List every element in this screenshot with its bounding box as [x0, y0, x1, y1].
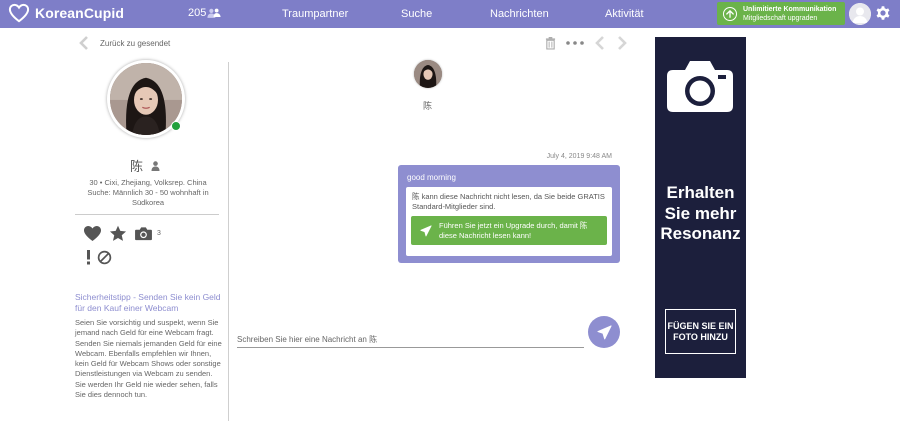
- profile-details: 30 • Cixi, Zhejiang, Volksrep. China Suc…: [78, 178, 218, 208]
- profile-location: 30 • Cixi, Zhejiang, Volksrep. China: [89, 178, 207, 187]
- trash-icon[interactable]: [545, 36, 556, 50]
- contact-avatar[interactable]: [414, 60, 442, 88]
- camera-icon[interactable]: [134, 226, 153, 241]
- avatar[interactable]: [849, 3, 871, 25]
- star-icon[interactable]: [109, 225, 127, 242]
- more-dots-icon[interactable]: [566, 41, 584, 45]
- profile-seeking: Suche: Männlich 30 - 50 wohnhaft in Südk…: [87, 188, 209, 207]
- arrow-up-circle-icon: [723, 6, 737, 21]
- nav-link-suche[interactable]: Suche: [401, 8, 432, 20]
- divider: [75, 214, 219, 215]
- photo-count: 3: [157, 230, 161, 237]
- message-bubble: good morning 陈 kann diese Nachricht nich…: [398, 165, 620, 263]
- nav-link-traumpartner[interactable]: Traumpartner: [282, 8, 348, 20]
- unread-notice: 陈 kann diese Nachricht nicht lesen, da S…: [406, 187, 612, 256]
- ad-headline: Erhalten Sie mehr Resonanz: [660, 183, 741, 243]
- chevron-left-icon[interactable]: [594, 35, 606, 51]
- chevron-right-icon[interactable]: [616, 35, 628, 51]
- camera-icon: [667, 61, 733, 112]
- profile-actions: 3: [83, 225, 161, 242]
- send-button[interactable]: [588, 316, 620, 348]
- upgrade-line2: Mitgliedschaft upgraden: [743, 14, 818, 22]
- matches-people-icon: [207, 8, 221, 18]
- message-toolbar: [545, 35, 638, 51]
- message-input[interactable]: [237, 326, 584, 348]
- heart-icon[interactable]: [83, 225, 102, 242]
- safety-tip-body: Seien Sie vorsichtig und suspekt, wenn S…: [75, 318, 222, 400]
- chevron-left-icon: [79, 36, 88, 50]
- send-icon: [420, 224, 432, 236]
- send-icon: [596, 324, 612, 339]
- logo[interactable]: KoreanCupid: [8, 3, 124, 23]
- profile-name-row: 陈: [130, 156, 160, 175]
- matches-count: 205: [188, 7, 207, 19]
- contact-name: 陈: [423, 101, 433, 111]
- online-status-dot: [171, 121, 181, 131]
- block-icon[interactable]: [97, 250, 112, 265]
- report-icon[interactable]: [86, 249, 91, 265]
- back-label: Zurück zu gesendet: [100, 38, 171, 48]
- profile-actions-secondary: [86, 249, 118, 265]
- logo-text: KoreanCupid: [35, 5, 124, 21]
- upgrade-cta-text: Führen Sie jetzt ein Upgrade durch, dami…: [439, 221, 588, 240]
- column-divider: [228, 62, 229, 421]
- message-text: good morning: [407, 173, 456, 182]
- nav-link-nachrichten[interactable]: Nachrichten: [490, 8, 549, 20]
- safety-tip-title[interactable]: Sicherheitstipp - Senden Sie kein Geld f…: [75, 292, 223, 314]
- gear-icon[interactable]: [874, 4, 892, 22]
- nav-link-aktivitaet[interactable]: Aktivität: [605, 8, 644, 20]
- notice-text: 陈 kann diese Nachricht nicht lesen, da S…: [412, 192, 605, 211]
- user-icon[interactable]: [151, 160, 160, 171]
- message-timestamp: July 4, 2019 9:48 AM: [546, 153, 612, 160]
- upgrade-line1: Unlimitierte Kommunikation: [743, 5, 837, 13]
- upgrade-membership-button[interactable]: Unlimitierte Kommunikation Mitgliedschaf…: [717, 2, 845, 25]
- nav-matches-count[interactable]: 205: [188, 7, 221, 19]
- top-navigation-bar: KoreanCupid 205 Traumpartner Suche Nachr…: [0, 0, 900, 28]
- ad-banner[interactable]: Erhalten Sie mehr Resonanz FÜGEN SIE EIN…: [655, 37, 746, 378]
- add-photo-button[interactable]: FÜGEN SIE EIN FOTO HINZU: [665, 309, 736, 354]
- profile-name: 陈: [130, 159, 144, 174]
- back-to-sent-link[interactable]: Zurück zu gesendet: [78, 35, 170, 51]
- heart-logo-icon: [8, 3, 30, 23]
- upgrade-cta-button[interactable]: Führen Sie jetzt ein Upgrade durch, dami…: [411, 216, 607, 245]
